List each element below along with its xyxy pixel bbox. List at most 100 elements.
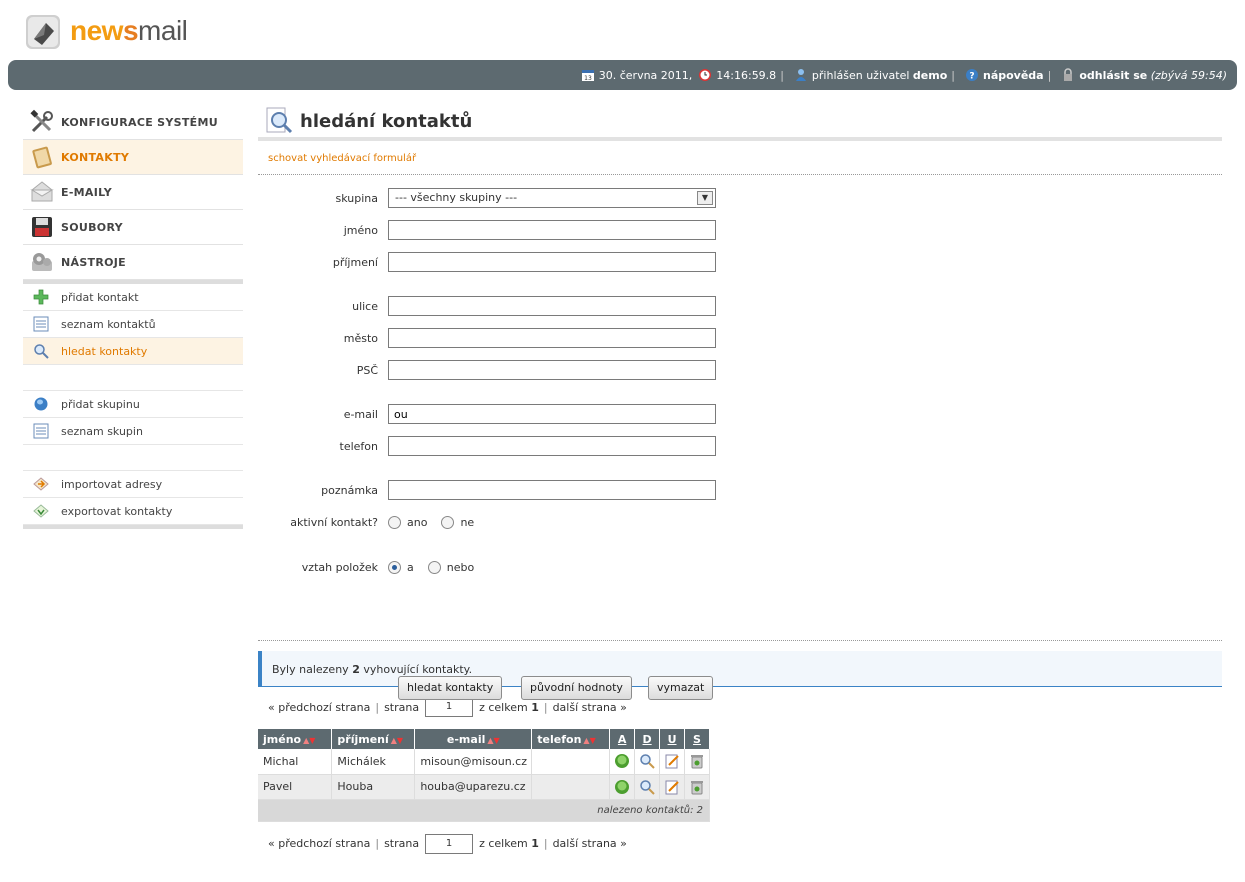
user-icon [795, 69, 806, 81]
sort-arrows-icon[interactable]: ▲▼ [391, 736, 403, 745]
result-count: 2 [352, 663, 360, 676]
nav-emails[interactable]: E-MAILY [23, 175, 243, 210]
col-phone[interactable]: telefon ▲▼ [531, 729, 611, 749]
pager-top: « předchozí strana | strana 1 z celkem 1… [258, 697, 1222, 717]
contacts-table: jméno ▲▼ příjmení ▲▼ e-mail ▲▼ telefon ▲▼ A … [258, 729, 710, 822]
city-row: město [258, 328, 716, 348]
relation-and-label: a [407, 560, 414, 574]
relation-or-label: nebo [446, 560, 475, 574]
relation-label: vztah položek [301, 560, 378, 574]
relation-or-radio[interactable]: nebo [427, 560, 475, 574]
search-contacts-button[interactable]: hledat kontakty [398, 676, 503, 700]
subnav-label: přidat skupinu [61, 397, 140, 411]
cell-lastname: Michálek [331, 749, 416, 775]
edit-icon[interactable] [664, 779, 680, 795]
col-firstname[interactable]: jméno ▲▼ [258, 729, 333, 749]
prev-page-link[interactable]: « předchozí strana [268, 837, 370, 850]
trash-icon[interactable] [689, 779, 705, 795]
phone-input[interactable] [388, 436, 716, 456]
active-status-icon[interactable] [614, 779, 630, 795]
page-number-input[interactable]: 1 [425, 697, 474, 717]
zip-row: PSČ [258, 360, 716, 380]
city-input[interactable] [388, 328, 716, 348]
col-label: D [642, 732, 652, 746]
subnav-export[interactable]: exportovat kontakty [23, 498, 243, 525]
active-status-icon[interactable] [614, 753, 630, 769]
relation-and-radio[interactable]: a [388, 560, 414, 574]
magnifier-icon[interactable] [639, 779, 655, 795]
app-logo[interactable]: newsmail [24, 8, 188, 54]
nav-label: KONTAKTY [61, 150, 130, 164]
prev-page-link[interactable]: « předchozí strana [268, 701, 370, 714]
col-active: A [609, 729, 636, 749]
hide-search-form-link[interactable]: schovat vyhledávací formulář [258, 141, 1222, 175]
zip-input[interactable] [388, 360, 716, 380]
cell-detail [634, 774, 661, 800]
lastname-input[interactable] [388, 252, 716, 272]
firstname-label: jméno [343, 223, 378, 237]
radio-dot-selected [388, 560, 401, 574]
logo-envelope-icon [26, 15, 60, 49]
note-input[interactable] [388, 480, 716, 500]
next-page-link[interactable]: další strana » [553, 837, 627, 850]
table-header-row: jméno ▲▼ příjmení ▲▼ e-mail ▲▼ telefon ▲▼ A … [258, 729, 710, 749]
radio-dot [441, 515, 455, 529]
trash-icon[interactable] [689, 753, 705, 769]
plus-icon [33, 289, 49, 305]
reset-values-button[interactable]: původní hodnoty [521, 676, 632, 700]
nav-system-config[interactable]: KONFIGURACE SYSTÉMU [23, 105, 243, 140]
firstname-row: jméno [258, 220, 716, 240]
col-email[interactable]: e-mail ▲▼ [414, 729, 533, 749]
lastname-row: příjmení [258, 252, 716, 272]
sort-arrows-icon[interactable]: ▲▼ [583, 736, 595, 745]
subnav-spacer [23, 445, 243, 471]
edit-icon[interactable] [664, 753, 680, 769]
subnav-group-list[interactable]: seznam skupin [23, 418, 243, 445]
logout-link[interactable]: odhlásit se [1079, 69, 1147, 82]
svg-text:?: ? [969, 72, 974, 82]
firstname-input[interactable] [388, 220, 716, 240]
session-remaining: (zbývá 59:54) [1150, 68, 1227, 82]
next-page-link[interactable]: další strana » [553, 701, 627, 714]
email-input[interactable] [388, 404, 716, 424]
active-no-radio[interactable]: ne [441, 515, 474, 529]
table-row: Michal Michálek misoun@misoun.cz [258, 749, 710, 775]
col-lastname[interactable]: příjmení ▲▼ [331, 729, 416, 749]
subnav-import[interactable]: importovat adresy [23, 471, 243, 498]
clear-button[interactable]: vymazat [648, 676, 714, 700]
subnav-add-group[interactable]: přidat skupinu [23, 391, 243, 418]
logged-in-label: přihlášen uživatel [811, 68, 910, 82]
sort-arrows-icon[interactable]: ▲▼ [487, 736, 499, 745]
col-edit: U [659, 729, 685, 749]
magnifier-icon[interactable] [639, 753, 655, 769]
main-content: hledání kontaktů schovat vyhledávací for… [258, 105, 1222, 854]
help-link[interactable]: nápověda [983, 69, 1044, 82]
search-page-icon [266, 107, 293, 134]
active-yes-radio[interactable]: ano [388, 515, 427, 529]
svg-text:13: 13 [584, 75, 592, 82]
phone-row: telefon [258, 436, 716, 456]
nav-label: NÁSTROJE [61, 255, 126, 269]
subnav-add-contact[interactable]: přidat kontakt [23, 284, 243, 311]
subnav-label: exportovat kontakty [61, 504, 173, 518]
subnav-search-contacts[interactable]: hledat kontakty [23, 338, 243, 365]
group-label: skupina [335, 191, 379, 205]
radio-dot [388, 515, 401, 529]
address-book-icon [32, 146, 52, 169]
cell-firstname: Michal [258, 749, 333, 775]
group-select[interactable]: --- všechny skupiny --- ▼ [388, 188, 716, 208]
cell-delete [684, 774, 710, 800]
top-bar: 13 30. června 2011, 14:16:59.8 | přihláš… [8, 60, 1237, 90]
page-label: strana [384, 837, 420, 850]
nav-label: E-MAILY [61, 185, 112, 199]
nav-contacts[interactable]: KONTAKTY [23, 140, 243, 175]
nav-files[interactable]: SOUBORY [23, 210, 243, 245]
cell-phone [531, 774, 611, 800]
nav-tools[interactable]: NÁSTROJE [23, 245, 243, 280]
street-input[interactable] [388, 296, 716, 316]
cell-active [609, 774, 636, 800]
sidebar: KONFIGURACE SYSTÉMU KONTAKTY E-MAILY SOU… [23, 105, 243, 529]
page-number-input[interactable]: 1 [425, 833, 474, 854]
subnav-contact-list[interactable]: seznam kontaktů [23, 311, 243, 338]
sort-arrows-icon[interactable]: ▲▼ [303, 736, 315, 745]
